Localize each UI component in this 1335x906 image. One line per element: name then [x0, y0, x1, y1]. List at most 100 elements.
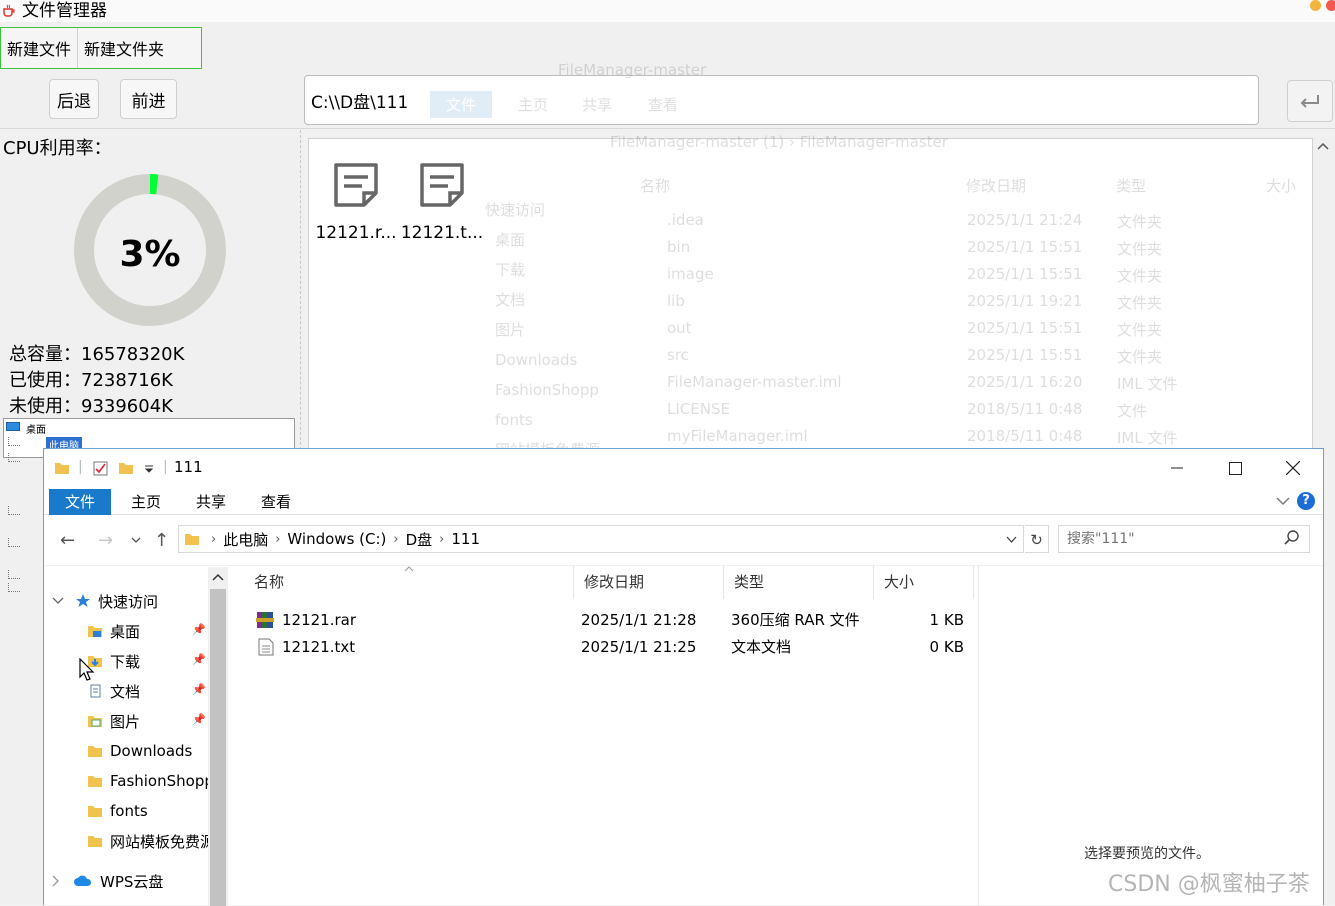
refresh-icon: ↻ — [1030, 531, 1043, 549]
pin-icon[interactable]: 📌 — [192, 713, 206, 726]
star-icon — [76, 594, 90, 607]
new-file-button[interactable]: 新建文件 — [1, 28, 79, 68]
breadcrumb-this-pc[interactable]: 此电脑 — [216, 529, 275, 550]
close-icon — [1286, 461, 1300, 475]
column-name[interactable]: 名称 — [244, 566, 574, 599]
cpu-gauge: 3% — [74, 174, 226, 326]
file-size: 0 KB — [929, 638, 964, 656]
nav-label: WPS云盘 — [100, 872, 164, 891]
cpu-percent: 3% — [119, 234, 180, 275]
address-bar[interactable]: › 此电脑 › Windows (C:) › D盘 › 111 — [178, 525, 1024, 553]
disk-total: 总容量：16578320K — [9, 344, 185, 365]
tab-home[interactable]: 主页 — [115, 489, 177, 515]
maximize-icon — [1228, 461, 1242, 475]
navigation-pane: 快速访问 桌面 📌 下载 📌 文档 📌 图片 📌 Downloads Fashi… — [44, 566, 228, 906]
tab-file[interactable]: 文件 — [49, 489, 112, 515]
enter-button[interactable] — [1287, 80, 1333, 122]
scroll-thumb[interactable] — [210, 589, 226, 906]
nav-documents[interactable]: 文档 — [88, 676, 140, 706]
search-icon[interactable] — [1284, 530, 1300, 546]
explorer-title-bar: | | 111 — [44, 449, 1323, 487]
nav-scrollbar[interactable] — [208, 567, 228, 906]
nav-pictures[interactable]: 图片 — [88, 706, 140, 736]
file-name: 12121.txt — [282, 638, 356, 656]
breadcrumb-111[interactable]: 111 — [444, 530, 487, 548]
nav-downloads-cn[interactable]: 下载 — [88, 646, 140, 676]
tab-share[interactable]: 共享 — [180, 489, 242, 515]
title-separator: | — [163, 459, 168, 475]
address-dropdown-icon[interactable] — [1006, 536, 1017, 544]
minimize-icon — [1171, 467, 1183, 469]
folder-icon — [185, 534, 199, 545]
search-input[interactable] — [1058, 525, 1310, 553]
nav-desktop[interactable]: 桌面 — [88, 616, 140, 646]
new-folder-button[interactable]: 新建文件夹 — [78, 28, 171, 68]
file-date: 2025/1/1 21:25 — [581, 638, 697, 656]
nav-templates[interactable]: 网站模板免费源 — [88, 826, 208, 856]
nav-fashion[interactable]: FashionShopp — [88, 766, 208, 796]
nav-label: 下载 — [110, 652, 141, 671]
file-tile[interactable]: 12121.r... — [313, 161, 399, 243]
forward-button[interactable]: 前进 — [120, 79, 177, 119]
pin-icon[interactable]: 📌 — [192, 683, 206, 696]
table-row[interactable]: 12121.txt 2025/1/1 21:25 文本文档 0 KB — [228, 634, 978, 660]
nav-label: 图片 — [110, 712, 141, 731]
tree-node-stub — [8, 538, 20, 547]
tree-node-stub — [8, 506, 20, 515]
column-date[interactable]: 修改日期 — [574, 566, 724, 599]
file-tile[interactable]: 12121.t... — [399, 161, 485, 243]
refresh-button[interactable]: ↻ — [1025, 525, 1049, 553]
nav-downloads[interactable]: Downloads — [88, 736, 208, 766]
scroll-up-icon[interactable] — [212, 573, 224, 581]
file-list: 名称 修改日期 类型 大小 12121.rar 2025/1/1 21:28 3… — [228, 566, 978, 906]
nav-quick-access[interactable]: 快速访问 — [52, 586, 158, 616]
tree-node-stub — [8, 583, 20, 592]
folder-icon — [55, 463, 69, 474]
minimize-button[interactable] — [1148, 449, 1206, 487]
help-icon[interactable]: ? — [1297, 492, 1315, 510]
breadcrumb-d-folder[interactable]: D盘 — [399, 529, 440, 550]
back-button[interactable]: 后退 — [49, 79, 99, 119]
scroll-up-icon[interactable] — [1317, 142, 1329, 150]
forward-arrow-icon[interactable]: → — [98, 530, 113, 551]
pin-icon[interactable]: 📌 — [192, 653, 206, 666]
tab-view[interactable]: 查看 — [245, 489, 307, 515]
explorer-title: 111 — [174, 458, 203, 476]
column-type[interactable]: 类型 — [724, 566, 874, 599]
tree-desktop[interactable]: 桌面 — [26, 421, 46, 436]
maximize-button[interactable] — [1206, 449, 1264, 487]
nav-label: 网站模板免费源 — [110, 832, 208, 851]
expand-ribbon-icon[interactable] — [1273, 491, 1293, 511]
enter-icon — [1300, 95, 1319, 108]
expand-arrow-icon[interactable] — [52, 597, 64, 605]
tree-node-stub — [8, 453, 20, 462]
minimize-dot-icon[interactable] — [1310, 0, 1321, 11]
recent-locations-icon[interactable] — [131, 537, 141, 544]
breadcrumb-c-drive[interactable]: Windows (C:) — [280, 530, 393, 548]
nav-label: 快速访问 — [98, 592, 159, 611]
close-button[interactable] — [1264, 449, 1322, 487]
file-grid-scrollbar[interactable] — [1313, 138, 1333, 450]
column-size[interactable]: 大小 — [874, 566, 974, 599]
separator — [0, 128, 1335, 129]
up-arrow-icon[interactable]: ↑ — [154, 530, 169, 551]
pin-icon[interactable]: 📌 — [192, 623, 206, 636]
back-arrow-icon[interactable]: ← — [60, 530, 75, 551]
collapse-arrow-icon[interactable] — [52, 875, 60, 887]
nav-wps-cloud[interactable]: WPS云盘 — [52, 866, 163, 896]
cloud-icon — [74, 875, 92, 886]
path-input[interactable] — [304, 75, 1259, 125]
file-grid: 12121.r... 12121.t... — [308, 138, 1313, 450]
nav-label: 文档 — [110, 682, 141, 701]
properties-icon[interactable] — [93, 461, 109, 477]
mouse-cursor-icon — [79, 658, 95, 681]
split-divider[interactable] — [300, 130, 301, 460]
table-row[interactable]: 12121.rar 2025/1/1 21:28 360压缩 RAR 文件 1 … — [228, 607, 978, 633]
nav-label: FashionShopp — [110, 772, 208, 790]
nav-fonts[interactable]: fonts — [88, 796, 208, 826]
new-folder-icon[interactable] — [119, 461, 133, 475]
customize-dropdown-icon[interactable] — [144, 465, 154, 473]
ribbon-tabs: 文件 主页 共享 查看 ? — [44, 487, 1323, 515]
disk-free: 未使用：9339604K — [9, 396, 173, 417]
close-dot-icon[interactable] — [1326, 0, 1335, 11]
